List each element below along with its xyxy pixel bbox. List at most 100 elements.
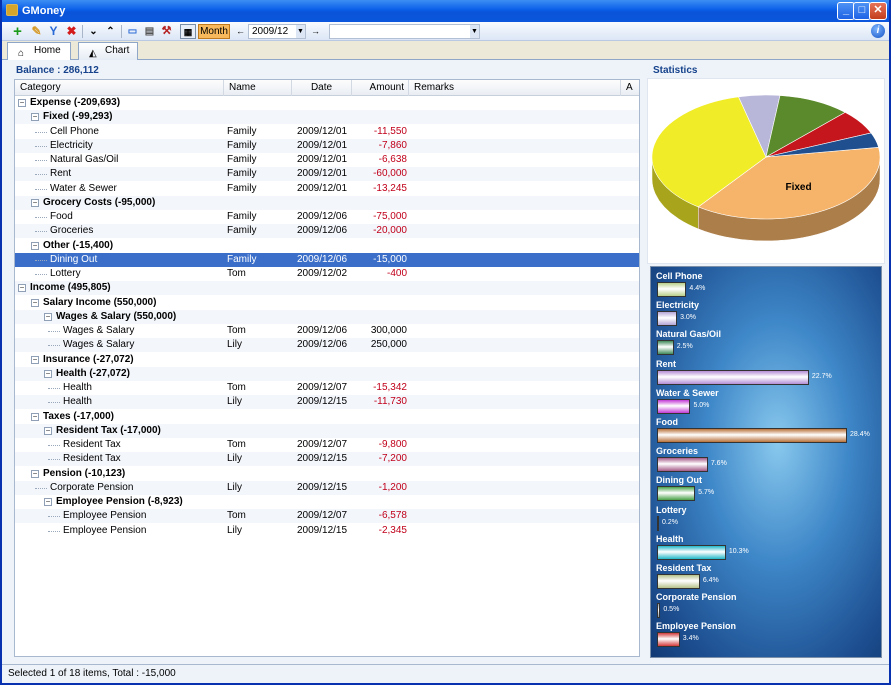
dropdown-arrow-icon[interactable]: ▼: [296, 25, 305, 38]
table-row[interactable]: Food Family 2009/12/06 -75,000: [15, 210, 639, 224]
amount-cell: [355, 239, 407, 253]
bar-item: Food 28.4%: [656, 417, 876, 445]
amount-cell: -11,730: [373, 396, 407, 408]
table-row[interactable]: Groceries Family 2009/12/06 -20,000: [15, 224, 639, 239]
table-row[interactable]: Natural Gas/Oil Family 2009/12/01 -6,638: [15, 153, 639, 167]
column-amount[interactable]: Amount: [352, 80, 409, 96]
tree-connector: [35, 274, 47, 275]
amount-cell: [355, 296, 407, 310]
collapse-toggle-icon[interactable]: −: [18, 99, 26, 107]
prev-arrow-icon[interactable]: ←: [233, 24, 248, 39]
table-row[interactable]: Wages & Salary Lily 2009/12/06 250,000: [15, 338, 639, 353]
tree-group-row[interactable]: − Health (-27,072): [15, 366, 639, 381]
collapse-toggle-icon[interactable]: −: [44, 426, 52, 435]
collapse-toggle-icon[interactable]: −: [31, 469, 39, 478]
column-remarks[interactable]: Remarks: [409, 80, 621, 96]
name-cell: Tom: [227, 325, 246, 336]
tree-group-row[interactable]: − Other (-15,400): [15, 239, 639, 253]
tab-home[interactable]: ⌂ Home: [7, 42, 71, 61]
collapse-toggle-icon[interactable]: −: [18, 284, 26, 293]
table-row[interactable]: Health Tom 2009/12/07 -15,342: [15, 381, 639, 395]
tree-group-row[interactable]: − Insurance (-27,072): [15, 353, 639, 367]
date-value: 2009/12: [252, 26, 289, 37]
tree-group-row[interactable]: − Salary Income (550,000): [15, 296, 639, 310]
table-row[interactable]: Dining Out Family 2009/12/06 -15,000: [15, 252, 639, 267]
tools-icon[interactable]: ⚒: [159, 24, 174, 39]
amount-cell: -60,000: [373, 168, 407, 180]
collapse-toggle-icon[interactable]: −: [31, 198, 39, 207]
window-icon[interactable]: ▭: [125, 24, 140, 39]
collapse-toggle-icon[interactable]: −: [44, 498, 52, 506]
tree-connector: [35, 259, 47, 261]
amount-cell: [355, 495, 407, 509]
bar-item: Lottery 0.2%: [656, 505, 876, 533]
close-button[interactable]: ✕: [869, 2, 887, 20]
tab-chart[interactable]: ◭ Chart: [78, 42, 138, 60]
table-row[interactable]: Water & Sewer Family 2009/12/01 -13,245: [15, 182, 639, 196]
bar-item: Water & Sewer 5.0%: [656, 388, 876, 416]
table-row[interactable]: Wages & Salary Tom 2009/12/06 300,000: [15, 324, 639, 338]
date-cell: 2009/12/15: [297, 524, 348, 536]
tree-group-row[interactable]: − Income (495,805): [15, 281, 639, 296]
table-row[interactable]: Health Lily 2009/12/15 -11,730: [15, 395, 639, 410]
transaction-tree[interactable]: Category Name Date Amount Remarks A − Exp…: [14, 79, 640, 657]
name-cell: Tom: [227, 439, 246, 450]
collapse-toggle-icon[interactable]: −: [31, 241, 39, 250]
next-arrow-icon[interactable]: →: [308, 24, 323, 39]
table-row[interactable]: Corporate Pension Lily 2009/12/15 -1,200: [15, 480, 639, 495]
add-icon[interactable]: +: [10, 24, 25, 39]
tree-group-row[interactable]: − Fixed (-99,293): [15, 110, 639, 125]
bar: [657, 340, 674, 356]
tree-group-row[interactable]: − Grocery Costs (-95,000): [15, 195, 639, 210]
collapse-toggle-icon[interactable]: −: [44, 369, 52, 378]
amount-cell: 300,000: [370, 325, 407, 336]
column-a[interactable]: A: [621, 80, 639, 96]
table-row[interactable]: Employee Pension Lily 2009/12/15 -2,345: [15, 524, 639, 538]
table-row[interactable]: Rent Family 2009/12/01 -60,000: [15, 167, 639, 182]
tab-label: Home: [34, 45, 61, 56]
category-label: Expense (-209,693): [30, 97, 121, 108]
column-name[interactable]: Name: [224, 80, 292, 96]
document-icon[interactable]: ▤: [142, 24, 157, 39]
tree-group-row[interactable]: − Expense (-209,693): [15, 96, 639, 110]
category-label: Other (-15,400): [43, 239, 114, 251]
chevron-down-icon[interactable]: ⌄: [86, 24, 101, 39]
filter-icon[interactable]: Y: [46, 24, 61, 39]
collapse-toggle-icon[interactable]: −: [31, 113, 39, 122]
bar: [657, 574, 700, 589]
collapse-toggle-icon[interactable]: −: [31, 412, 39, 421]
filter-select[interactable]: ▼: [329, 24, 480, 39]
bar-value-label: 4.4%: [689, 285, 706, 292]
amount-cell: -15,342: [373, 382, 407, 393]
name-cell: Lily: [227, 339, 243, 351]
table-row[interactable]: Electricity Family 2009/12/01 -7,860: [15, 138, 639, 153]
name-cell: Family: [227, 168, 257, 180]
delete-icon[interactable]: ✖: [64, 24, 79, 39]
tree-group-row[interactable]: − Taxes (-17,000): [15, 410, 639, 424]
collapse-toggle-icon[interactable]: −: [31, 298, 39, 307]
chevron-up-icon[interactable]: ⌃: [103, 24, 118, 39]
table-row[interactable]: Employee Pension Tom 2009/12/07 -6,578: [15, 509, 639, 524]
table-row[interactable]: Lottery Tom 2009/12/02 -400: [15, 267, 639, 281]
amount-cell: -1,200: [378, 481, 407, 493]
info-icon[interactable]: i: [871, 24, 885, 38]
edit-icon[interactable]: ✎: [29, 24, 44, 39]
collapse-toggle-icon[interactable]: −: [44, 312, 52, 321]
tree-group-row[interactable]: − Pension (-10,123): [15, 467, 639, 481]
category-label: Employee Pension: [63, 510, 147, 522]
collapse-toggle-icon[interactable]: −: [31, 355, 39, 364]
table-row[interactable]: Resident Tax Lily 2009/12/15 -7,200: [15, 452, 639, 467]
tree-group-row[interactable]: − Wages & Salary (550,000): [15, 309, 639, 324]
name-cell: Family: [227, 139, 257, 151]
month-button[interactable]: Month: [198, 24, 230, 39]
column-date[interactable]: Date: [292, 80, 352, 96]
tree-group-row[interactable]: − Resident Tax (-17,000): [15, 423, 639, 438]
tree-group-row[interactable]: − Employee Pension (-8,923): [15, 495, 639, 509]
table-row[interactable]: Resident Tax Tom 2009/12/07 -9,800: [15, 438, 639, 452]
calendar-icon[interactable]: ▦: [180, 24, 196, 39]
dropdown-arrow-icon[interactable]: ▼: [470, 25, 479, 38]
date-select[interactable]: 2009/12 ▼: [248, 24, 306, 39]
column-category[interactable]: Category: [15, 80, 224, 96]
name-cell: Tom: [227, 268, 246, 279]
table-row[interactable]: Cell Phone Family 2009/12/01 -11,550: [15, 125, 639, 139]
